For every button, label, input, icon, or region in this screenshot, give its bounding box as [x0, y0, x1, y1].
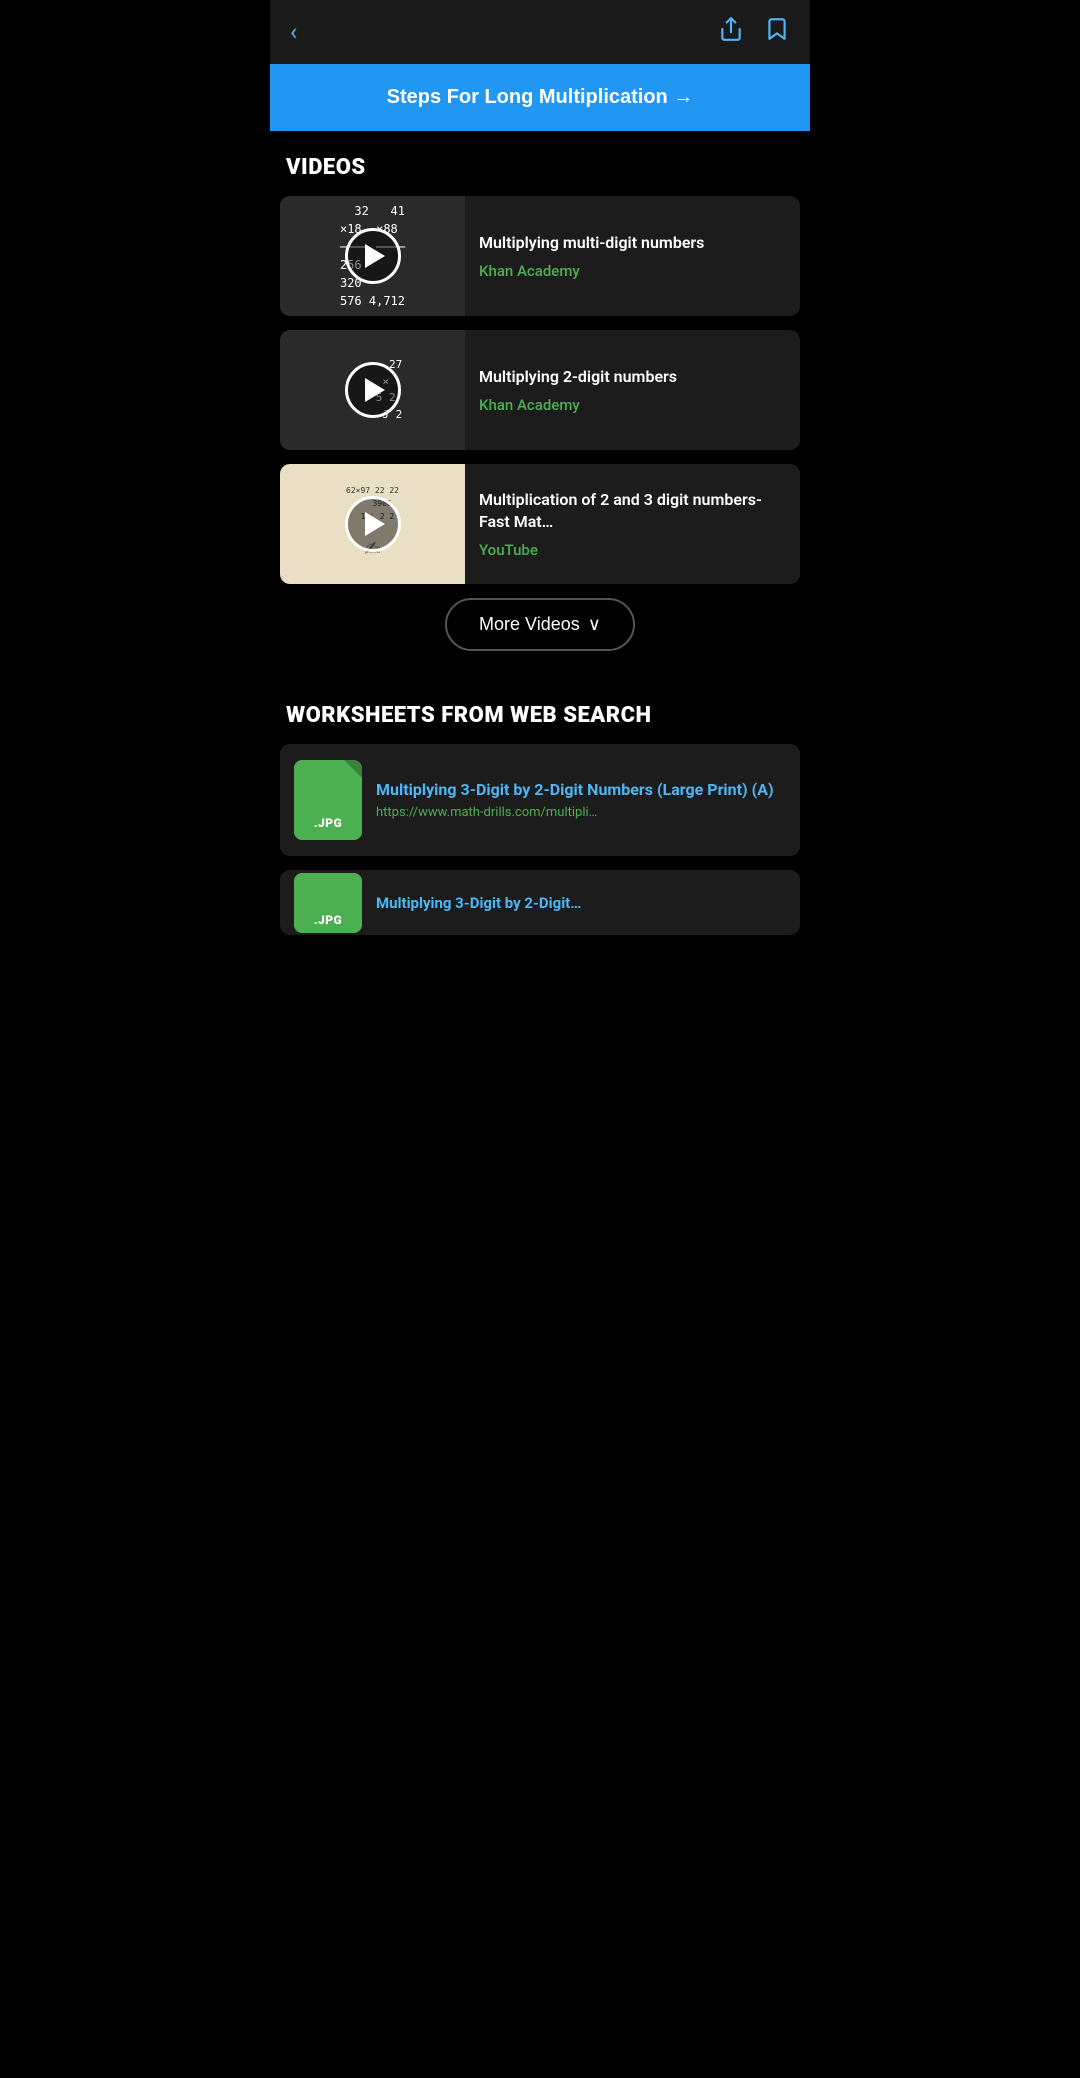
worksheet-card-2[interactable]: .JPG Multiplying 3-Digit by 2-Digit… — [280, 870, 800, 935]
video-card-1[interactable]: 32 41 ×18 ×88 ──── ──── 256 320 576 4,71… — [280, 196, 800, 316]
top-bar-actions — [718, 16, 790, 48]
play-button-3[interactable] — [345, 496, 401, 552]
worksheet-url-1: https://www.math-drills.com/multipli… — [376, 805, 786, 820]
video-title-2: Multiplying 2-digit numbers — [479, 366, 786, 388]
video-card-2[interactable]: 27 × 5 2 J 2 Multiplying 2-digit numbers… — [280, 330, 800, 450]
video-source-2: Khan Academy — [479, 396, 786, 414]
play-triangle-3 — [365, 512, 385, 536]
back-button[interactable]: ‹ — [290, 18, 297, 46]
worksheet-title-1: Multiplying 3-Digit by 2-Digit Numbers (… — [376, 780, 786, 801]
chevron-down-icon: ∨ — [588, 614, 601, 635]
video-thumbnail-2: 27 × 5 2 J 2 — [280, 330, 465, 450]
worksheets-section: WORKSHEETS FROM WEB SEARCH .JPG Multiply… — [270, 679, 810, 945]
play-button-1[interactable] — [345, 228, 401, 284]
worksheet-info-1: Multiplying 3-Digit by 2-Digit Numbers (… — [376, 780, 786, 820]
video-title-1: Multiplying multi-digit numbers — [479, 232, 786, 254]
video-thumbnail-1: 32 41 ×18 ×88 ──── ──── 256 320 576 4,71… — [280, 196, 465, 316]
video-card-3[interactable]: 62×97 22 22 3906 1 ′ 2 2 ✍ Multiplicatio… — [280, 464, 800, 584]
worksheet-icon-label-1: .JPG — [314, 816, 342, 830]
play-triangle-1 — [365, 244, 385, 268]
worksheet-icon-1: .JPG — [294, 760, 362, 840]
worksheet-title-2: Multiplying 3-Digit by 2-Digit… — [376, 894, 581, 912]
worksheets-section-header: WORKSHEETS FROM WEB SEARCH — [270, 679, 810, 744]
more-videos-label: More Videos — [479, 614, 580, 635]
worksheet-card-1[interactable]: .JPG Multiplying 3-Digit by 2-Digit Numb… — [280, 744, 800, 856]
video-title-3: Multiplication of 2 and 3 digit numbers-… — [479, 489, 786, 532]
steps-banner-button[interactable]: Steps For Long Multiplication → — [270, 64, 810, 131]
worksheet-icon-label-2: .JPG — [314, 913, 342, 927]
top-bar: ‹ — [270, 0, 810, 64]
more-videos-button[interactable]: More Videos ∨ — [445, 598, 635, 651]
video-info-1: Multiplying multi-digit numbers Khan Aca… — [465, 196, 800, 316]
video-source-3: YouTube — [479, 541, 786, 559]
video-source-1: Khan Academy — [479, 262, 786, 280]
worksheet-icon-2: .JPG — [294, 873, 362, 933]
play-triangle-2 — [365, 378, 385, 402]
bookmark-icon[interactable] — [764, 16, 790, 48]
play-button-2[interactable] — [345, 362, 401, 418]
video-thumbnail-3: 62×97 22 22 3906 1 ′ 2 2 ✍ — [280, 464, 465, 584]
share-icon[interactable] — [718, 16, 744, 48]
video-info-2: Multiplying 2-digit numbers Khan Academy — [465, 330, 800, 450]
videos-section-header: VIDEOS — [270, 131, 810, 196]
video-info-3: Multiplication of 2 and 3 digit numbers-… — [465, 464, 800, 584]
